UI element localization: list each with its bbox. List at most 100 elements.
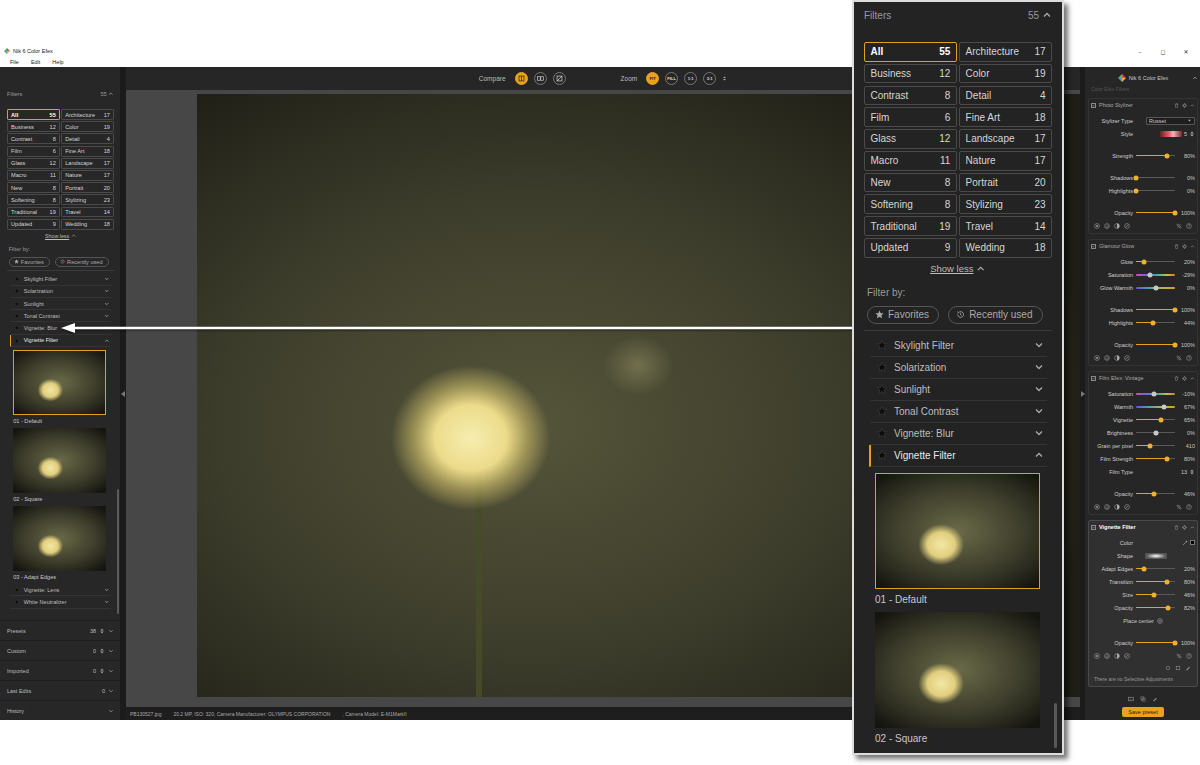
filter-card[interactable]: Film Efex: VintageSaturation-10%Warmth67… bbox=[1088, 371, 1198, 515]
category-button[interactable]: New8 bbox=[864, 173, 957, 193]
percent-icon[interactable] bbox=[1176, 223, 1182, 229]
expand-chevron-icon[interactable] bbox=[1034, 406, 1044, 416]
panel-section[interactable]: History bbox=[0, 700, 120, 720]
delete-icon[interactable] bbox=[1174, 103, 1179, 108]
filter-card[interactable]: Glamour GlowGlow20%Saturation-29%Glow Wa… bbox=[1088, 239, 1198, 366]
slider-handle[interactable] bbox=[1151, 391, 1156, 396]
category-button[interactable]: Softening8 bbox=[7, 194, 60, 205]
panel-section[interactable]: Presets38 bbox=[0, 620, 120, 640]
slider-handle[interactable] bbox=[1173, 307, 1178, 312]
favorite-star-icon[interactable] bbox=[14, 288, 20, 294]
expand-chevron-icon[interactable] bbox=[104, 325, 110, 331]
category-button[interactable]: Macro11 bbox=[864, 151, 957, 171]
slider-handle[interactable] bbox=[1147, 443, 1152, 448]
category-button[interactable]: Fine Art18 bbox=[61, 146, 114, 157]
slider-track[interactable] bbox=[1136, 406, 1175, 408]
favorite-star-icon[interactable] bbox=[14, 325, 20, 331]
category-button[interactable]: Portrait20 bbox=[959, 173, 1052, 193]
category-button[interactable]: Detail4 bbox=[959, 86, 1052, 106]
filter-item[interactable]: Vignette: Blur bbox=[10, 322, 111, 334]
panel-section[interactable]: Last Edits0 bbox=[0, 680, 120, 700]
reset-icon[interactable] bbox=[1104, 223, 1110, 229]
category-button[interactable]: All55 bbox=[864, 42, 957, 62]
sort-stepper-icon[interactable] bbox=[99, 668, 105, 674]
collapse-chevron-icon[interactable] bbox=[1042, 10, 1052, 20]
collapse-chevron-icon[interactable] bbox=[1190, 103, 1195, 108]
mask-icon[interactable] bbox=[1114, 653, 1120, 659]
settings-gear-icon[interactable] bbox=[1182, 376, 1187, 381]
favorite-star-icon[interactable] bbox=[877, 384, 887, 394]
collapse-chevron-icon[interactable] bbox=[108, 91, 114, 97]
expand-chevron-icon[interactable] bbox=[104, 599, 110, 605]
slider-handle[interactable] bbox=[1165, 153, 1170, 158]
expand-chevron-icon[interactable] bbox=[1034, 450, 1044, 460]
slider-track[interactable] bbox=[1136, 432, 1175, 434]
category-button[interactable]: Stylizing23 bbox=[61, 194, 114, 205]
window-control-button[interactable]: ◻ bbox=[1153, 48, 1173, 55]
filter-item[interactable]: Sunlight bbox=[869, 379, 1047, 401]
filter-card[interactable]: Vignette FilterColorShapeAdapt Edges20%T… bbox=[1088, 520, 1198, 687]
expand-chevron-icon[interactable] bbox=[108, 648, 114, 654]
filters-header[interactable]: Filters55 bbox=[7, 90, 114, 98]
expand-chevron-icon[interactable] bbox=[1034, 340, 1044, 350]
favorite-star-icon[interactable] bbox=[14, 301, 20, 307]
category-button[interactable]: Film6 bbox=[7, 146, 60, 157]
slider-track[interactable] bbox=[1136, 287, 1175, 289]
favorite-star-icon[interactable] bbox=[877, 406, 887, 416]
slider-handle[interactable] bbox=[1151, 491, 1156, 496]
brush-icon[interactable] bbox=[1152, 696, 1158, 702]
reset-icon[interactable] bbox=[1104, 653, 1110, 659]
square-selection-icon[interactable] bbox=[1175, 665, 1181, 671]
slider-handle[interactable] bbox=[1134, 175, 1139, 180]
window-control-button[interactable]: ✕ bbox=[1176, 48, 1196, 55]
expand-chevron-icon[interactable] bbox=[104, 301, 110, 307]
slider-track[interactable] bbox=[1136, 177, 1175, 179]
filter-item[interactable]: Skylight Filter bbox=[869, 335, 1047, 357]
menu-item[interactable]: File bbox=[10, 59, 19, 65]
percent-icon[interactable] bbox=[1176, 355, 1182, 361]
filters-header[interactable]: Filters55 bbox=[864, 8, 1052, 22]
category-button[interactable]: Stylizing23 bbox=[959, 194, 1052, 214]
category-button[interactable]: Nature17 bbox=[959, 151, 1052, 171]
slider-track[interactable] bbox=[1136, 445, 1175, 447]
category-button[interactable]: Updated9 bbox=[7, 219, 60, 230]
reset-icon[interactable] bbox=[1104, 504, 1110, 510]
category-button[interactable]: Landscape17 bbox=[959, 129, 1052, 149]
percent-icon[interactable] bbox=[1176, 504, 1182, 510]
stepper-icon[interactable] bbox=[1189, 131, 1195, 137]
slider-track[interactable] bbox=[1136, 607, 1175, 609]
brush-mask-icon[interactable] bbox=[1124, 355, 1130, 361]
filter-item[interactable]: Tonal Contrast bbox=[869, 401, 1047, 423]
collapse-chevron-icon[interactable] bbox=[1190, 376, 1195, 381]
filter-item[interactable]: Solarization bbox=[10, 286, 111, 298]
quick-filter-button[interactable]: Recently used bbox=[55, 257, 109, 267]
quick-filter-button[interactable]: Recently used bbox=[948, 306, 1042, 324]
slider-handle[interactable] bbox=[1173, 210, 1178, 215]
preset-thumbnail[interactable] bbox=[875, 473, 1040, 589]
slider-track[interactable] bbox=[1136, 309, 1175, 311]
window-control-button[interactable]: – bbox=[1130, 48, 1150, 55]
category-button[interactable]: Wedding18 bbox=[61, 219, 114, 230]
expand-chevron-icon[interactable] bbox=[108, 668, 114, 674]
slider-handle[interactable] bbox=[1141, 566, 1146, 571]
control-point-icon[interactable] bbox=[1094, 653, 1100, 659]
slider-handle[interactable] bbox=[1165, 456, 1170, 461]
favorite-star-icon[interactable] bbox=[14, 338, 20, 344]
preset-card[interactable]: 02 - Square bbox=[869, 612, 1047, 746]
slider-track[interactable] bbox=[1136, 581, 1175, 583]
preset-card[interactable]: 01 - Default bbox=[869, 473, 1047, 607]
preset-card[interactable]: 01 - Default bbox=[10, 350, 111, 425]
slider-track[interactable] bbox=[1136, 393, 1175, 395]
filter-item[interactable]: Skylight Filter bbox=[10, 273, 111, 285]
slider-track[interactable] bbox=[1136, 155, 1175, 157]
preset-thumbnail[interactable] bbox=[13, 350, 105, 415]
slider-track[interactable] bbox=[1136, 212, 1175, 214]
zoom-stepper-icon[interactable] bbox=[722, 75, 727, 82]
shape-swatch[interactable] bbox=[1145, 553, 1167, 559]
category-button[interactable]: Glass12 bbox=[7, 158, 60, 169]
expand-chevron-icon[interactable] bbox=[1034, 428, 1044, 438]
control-point-icon[interactable] bbox=[1094, 223, 1100, 229]
enable-checkbox[interactable] bbox=[1091, 103, 1096, 108]
favorite-star-icon[interactable] bbox=[877, 428, 887, 438]
category-button[interactable]: Wedding18 bbox=[959, 238, 1052, 258]
